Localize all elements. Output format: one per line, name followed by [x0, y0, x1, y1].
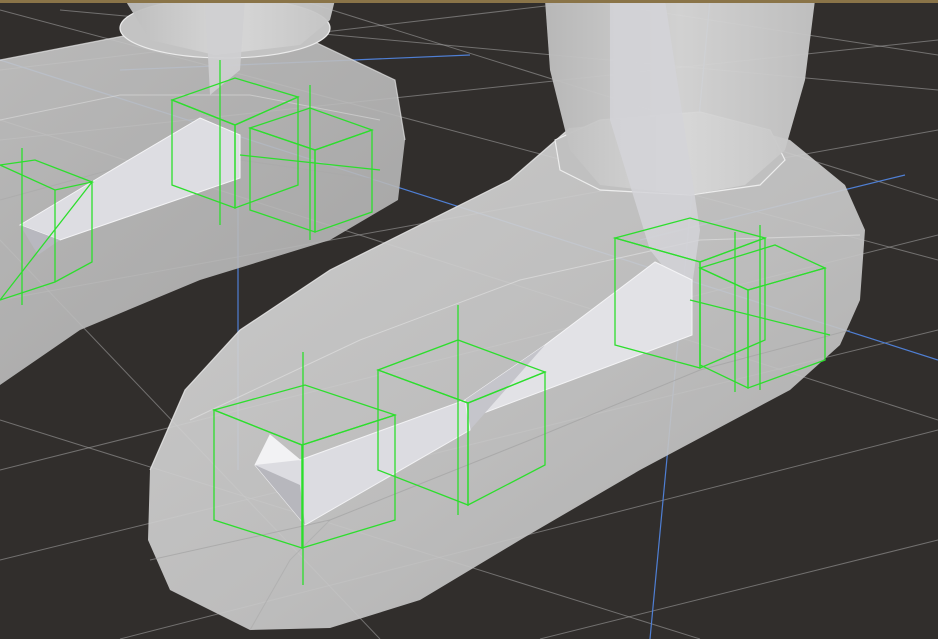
viewport-active-border [0, 0, 938, 3]
3d-viewport[interactable] [0, 0, 938, 639]
viewport-canvas[interactable] [0, 0, 938, 639]
